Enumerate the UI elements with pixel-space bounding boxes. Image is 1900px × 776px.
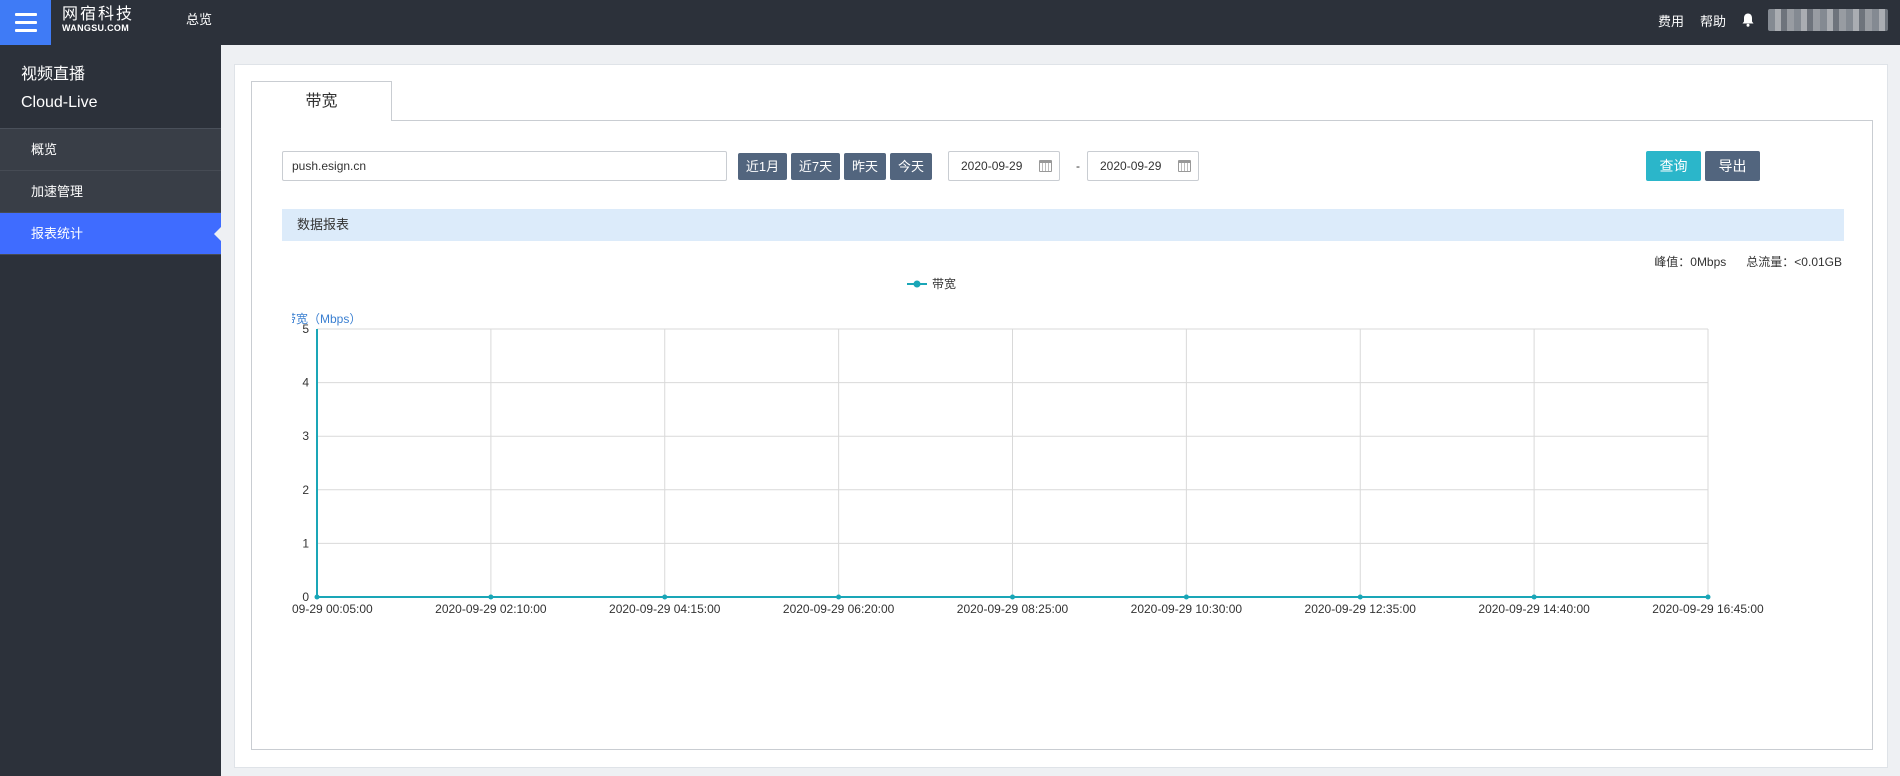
hamburger-icon-line: [15, 29, 37, 32]
data-point[interactable]: [1183, 594, 1189, 600]
range-last-7-days-button[interactable]: 近7天: [791, 153, 840, 180]
x-axis-ticks: 2020-09-29 00:05:00 2020-09-29 02:10:00 20…: [292, 602, 1764, 616]
y-axis-ticks: 012345: [302, 322, 309, 604]
end-date-value: 2020-09-29: [1100, 159, 1162, 173]
main-panel: 带宽 近1月 近7天 昨天 今天 2020-09-29 - 2020-09-29…: [234, 64, 1888, 768]
brand-logo[interactable]: 网宿科技 WANGSU.COM: [62, 5, 157, 41]
legend-marker-icon: [913, 280, 921, 288]
x-tick-label: 2020-09-29 04:15:00: [609, 602, 721, 616]
product-name-en: Cloud-Live: [21, 94, 98, 111]
y-tick-label: 3: [302, 429, 309, 443]
date-separator: -: [1076, 159, 1080, 173]
nav-overview-link[interactable]: 总览: [186, 0, 212, 40]
data-point[interactable]: [1010, 594, 1015, 600]
data-point[interactable]: [488, 594, 494, 600]
peak-bandwidth: 峰值：0Mbps: [1654, 255, 1727, 269]
export-button[interactable]: 导出: [1705, 151, 1760, 181]
sidebar: 视频直播 Cloud-Live 概览 加速管理 报表统计: [0, 45, 221, 776]
tab-bandwidth[interactable]: 带宽: [251, 81, 392, 121]
domain-input[interactable]: [282, 151, 727, 181]
user-account-menu[interactable]: [1768, 9, 1888, 31]
top-bar: 网宿科技 WANGSU.COM 总览 费用 帮助: [0, 0, 1900, 45]
data-point[interactable]: [1357, 594, 1363, 600]
calendar-icon[interactable]: [1178, 160, 1191, 172]
data-report-header: 数据报表: [282, 209, 1844, 241]
hamburger-icon-line: [15, 21, 37, 24]
top-right-actions: 费用 帮助: [1658, 0, 1900, 40]
x-tick-label: 2020-09-29 12:35:00: [1305, 602, 1417, 616]
start-date-field[interactable]: 2020-09-29: [948, 151, 1060, 181]
x-tick-label: 2020-09-29 00:05:00: [292, 602, 373, 616]
data-point[interactable]: [1531, 594, 1537, 600]
y-axis-label: 带宽（Mbps）: [292, 311, 361, 326]
y-tick-label: 2: [302, 483, 309, 497]
x-tick-label: 2020-09-29 14:40:00: [1478, 602, 1590, 616]
sidebar-item-acceleration[interactable]: 加速管理: [0, 171, 221, 213]
tab-content: 近1月 近7天 昨天 今天 2020-09-29 - 2020-09-29 查询…: [251, 120, 1873, 750]
fee-link[interactable]: 费用: [1658, 11, 1684, 30]
data-point[interactable]: [836, 594, 842, 600]
hamburger-icon: [15, 13, 37, 16]
end-date-field[interactable]: 2020-09-29: [1087, 151, 1199, 181]
sidebar-item-reports[interactable]: 报表统计: [0, 213, 221, 255]
product-title: 视频直播 Cloud-Live: [0, 45, 221, 129]
x-tick-label: 2020-09-29 08:25:00: [957, 602, 1069, 616]
range-today-button[interactable]: 今天: [890, 153, 932, 180]
sidebar-item-overview[interactable]: 概览: [0, 129, 221, 171]
traffic-summary: 峰值：0Mbps 总流量：<0.01GB: [1654, 253, 1842, 270]
logo-text-en: WANGSU.COM: [62, 23, 129, 33]
y-tick-label: 1: [302, 536, 309, 550]
data-point[interactable]: [314, 594, 320, 600]
help-link[interactable]: 帮助: [1700, 11, 1726, 30]
x-tick-label: 2020-09-29 16:45:00: [1652, 602, 1764, 616]
logo-text-cn: 网宿科技: [62, 4, 135, 23]
data-point[interactable]: [662, 594, 668, 600]
x-tick-label: 2020-09-29 06:20:00: [783, 602, 895, 616]
y-tick-label: 4: [302, 376, 309, 390]
data-point[interactable]: [1705, 594, 1711, 600]
chart-legend[interactable]: 带宽: [907, 276, 956, 291]
chart-grid: [316, 328, 1709, 598]
bandwidth-line-chart: 012345 2020-09-29 00:05:002020-09-29 02:…: [292, 276, 1764, 616]
bell-icon[interactable]: [1742, 13, 1754, 27]
total-traffic: 总流量：<0.01GB: [1746, 255, 1842, 269]
product-name-cn: 视频直播: [21, 66, 86, 83]
range-last-month-button[interactable]: 近1月: [738, 153, 787, 180]
query-button[interactable]: 查询: [1646, 151, 1701, 181]
legend-label: 带宽: [932, 276, 956, 291]
x-tick-label: 2020-09-29 10:30:00: [1131, 602, 1243, 616]
range-yesterday-button[interactable]: 昨天: [844, 153, 886, 180]
x-tick-label: 2020-09-29 02:10:00: [435, 602, 547, 616]
calendar-icon[interactable]: [1039, 160, 1052, 172]
menu-toggle-button[interactable]: [0, 0, 51, 45]
start-date-value: 2020-09-29: [961, 159, 1023, 173]
